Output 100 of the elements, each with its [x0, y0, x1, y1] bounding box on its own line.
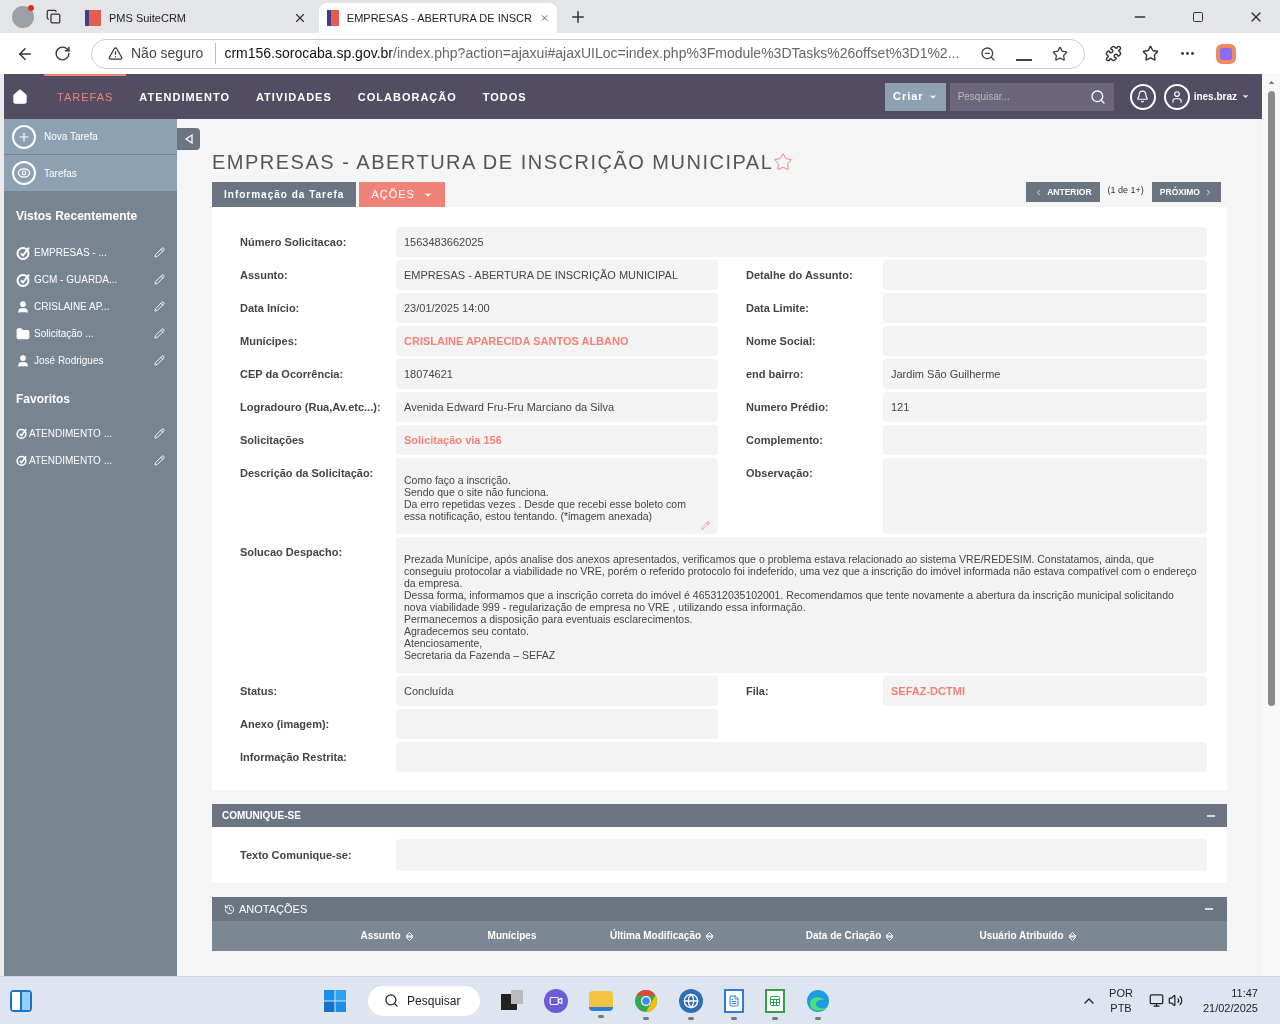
triangle-left-icon [183, 134, 194, 144]
favorite-item-link[interactable]: ATENDIMENTO ... [29, 426, 152, 441]
favorite-icon[interactable] [1052, 45, 1068, 62]
search-icon [384, 993, 400, 1008]
actions-button[interactable]: AÇÕES [359, 182, 445, 207]
home-icon[interactable] [12, 88, 28, 105]
copilot-icon[interactable] [1216, 43, 1236, 64]
field-label: Nome Social: [746, 335, 816, 347]
url-text: crm156.sorocaba.sp.gov.br/index.php?action=ajaxui#ajaxUILoc=index.php%3Fmodule%3DTasks%26offset%3D1%2... [215, 43, 964, 64]
browser-tab[interactable]: PMS SuiteCRM [77, 3, 315, 33]
favorites-icon[interactable] [1142, 45, 1159, 62]
profile-avatar[interactable] [12, 5, 34, 28]
task-view-icon[interactable] [501, 989, 524, 1012]
sort-icon[interactable] [885, 931, 895, 941]
person-icon [16, 353, 30, 368]
windows-logo-icon[interactable] [323, 988, 348, 1013]
sort-icon[interactable] [404, 931, 414, 941]
column-header[interactable]: Data de Criação [805, 929, 882, 943]
volume-icon[interactable] [1167, 993, 1183, 1008]
field-value: 1563483662025 [396, 227, 1207, 257]
clock-time[interactable]: 11:47 [1231, 985, 1258, 1001]
document-icon[interactable] [724, 988, 745, 1013]
collapse-sidebar-button[interactable] [177, 128, 200, 150]
address-bar[interactable]: Não seguro crm156.sorocaba.sp.gov.br/index.php?action=ajaxui#ajaxUILoc=index.php%3Fmodule%3DTasks%26offset%3D1%2... [91, 38, 1085, 69]
extensions-icon[interactable] [1105, 45, 1122, 62]
notifications-icon[interactable] [1129, 83, 1156, 110]
detail-tab[interactable]: Informação da Tarefa [212, 182, 357, 207]
eye-icon [17, 166, 31, 180]
check-circle-icon [16, 455, 27, 466]
field-label: Data Limite: [746, 302, 809, 314]
record-count: (1 de 1+) [1107, 183, 1144, 197]
clock-date[interactable]: 21/02/2025 [1202, 1000, 1258, 1016]
field-label: Assunto: [240, 269, 288, 281]
nav-tab[interactable]: TODOS [469, 74, 540, 119]
column-header[interactable]: Usuário Atribuído [979, 929, 1064, 943]
scroll-up-icon[interactable] [1266, 78, 1276, 87]
field-label: Solicitações [240, 434, 305, 446]
nav-tab[interactable]: COLABORAÇÃO [344, 74, 470, 119]
column-header[interactable]: Munícipes [487, 929, 537, 943]
edge-icon[interactable] [806, 988, 831, 1013]
field-value: Solicitação via 156 [396, 425, 718, 455]
tab-actions-icon[interactable] [46, 9, 61, 24]
widgets-icon[interactable] [10, 989, 32, 1012]
user-menu[interactable]: ines.braz [1193, 89, 1250, 104]
nav-tab[interactable]: ATIVIDADES [242, 74, 345, 119]
restore-icon[interactable] [1192, 10, 1204, 23]
field-label: Numero Prédio: [746, 401, 829, 413]
recent-item-link[interactable]: GCM - GUARDA... [34, 272, 150, 287]
check-circle-icon [16, 428, 27, 439]
sort-icon[interactable] [705, 931, 715, 941]
next-button[interactable]: PRÓXIMO [1151, 182, 1221, 202]
security-label: Não seguro [131, 44, 204, 63]
field-label: Complemento: [746, 434, 823, 446]
spreadsheet-icon[interactable] [765, 988, 786, 1013]
favicon-icon [85, 10, 101, 26]
language-label[interactable]: POR [1109, 985, 1133, 1001]
recent-item-link[interactable]: Solicitação ... [34, 326, 150, 341]
video-chat-icon[interactable] [544, 988, 569, 1013]
field-label: end bairro: [746, 368, 804, 380]
field-value: 18074621 [396, 359, 718, 389]
zoom-out-icon[interactable] [980, 45, 996, 62]
folder-icon [16, 326, 30, 341]
field-label: Solucao Despacho: [240, 546, 343, 558]
field-value: 121 [883, 392, 1207, 422]
recent-item-link[interactable]: José Rodrigues [34, 353, 150, 368]
network-icon[interactable] [1148, 993, 1164, 1008]
previous-button[interactable]: ANTERIOR [1026, 182, 1100, 202]
column-header[interactable]: Última Modificação [609, 929, 702, 943]
scrollbar[interactable] [1262, 74, 1280, 976]
field-value: EMPRESAS - ABERTURA DE INSCRIÇÃO MUNICIPAL [396, 260, 718, 290]
nav-tab[interactable]: ATENDIMENTO [126, 74, 243, 119]
tab-title: PMS SuiteCRM [109, 10, 188, 26]
panel-header[interactable]: ANOTAÇÕES [212, 897, 1227, 921]
search-icon[interactable] [1089, 88, 1106, 105]
keyboard-layout-label[interactable]: PTB [1110, 1000, 1132, 1016]
check-circle-icon [16, 245, 30, 260]
field-label: Anexo (imagem): [240, 718, 330, 730]
globe-mail-icon[interactable] [679, 988, 704, 1013]
create-button[interactable]: Criar [884, 82, 946, 111]
browser-tab[interactable]: EMPRESAS - ABERTURA DE INSCR [319, 3, 557, 33]
sidebar-action[interactable]: Nova Tarefa [4, 119, 177, 155]
field-label: Fila: [746, 685, 769, 697]
user-avatar-icon[interactable] [1163, 83, 1190, 110]
sidebar-action[interactable]: Tarefas [4, 155, 177, 191]
reload-icon[interactable] [54, 45, 71, 62]
panel-header[interactable]: COMUNIQUE-SE [212, 804, 1227, 827]
recent-item-link[interactable]: EMPRESAS - ... [34, 245, 150, 260]
close-tab-icon[interactable] [293, 11, 307, 25]
caret-icon [1241, 92, 1250, 101]
favorite-star-icon[interactable] [773, 152, 794, 172]
sort-icon[interactable] [1067, 931, 1077, 941]
column-header[interactable]: Assunto [360, 929, 401, 943]
field-label: Informação Restrita: [240, 751, 347, 763]
field-value: SEFAZ-DCTMI [883, 676, 1207, 706]
folder-icon[interactable] [589, 990, 614, 1011]
recent-item-link[interactable]: CRISLAINE AP... [34, 299, 150, 314]
field-value: CRISLAINE APARECIDA SANTOS ALBANO [396, 326, 718, 356]
taskbar-search[interactable]: Pesquisar [368, 985, 481, 1016]
favorite-item-link[interactable]: ATENDIMENTO ... [29, 453, 152, 468]
chrome-icon[interactable] [634, 988, 659, 1013]
